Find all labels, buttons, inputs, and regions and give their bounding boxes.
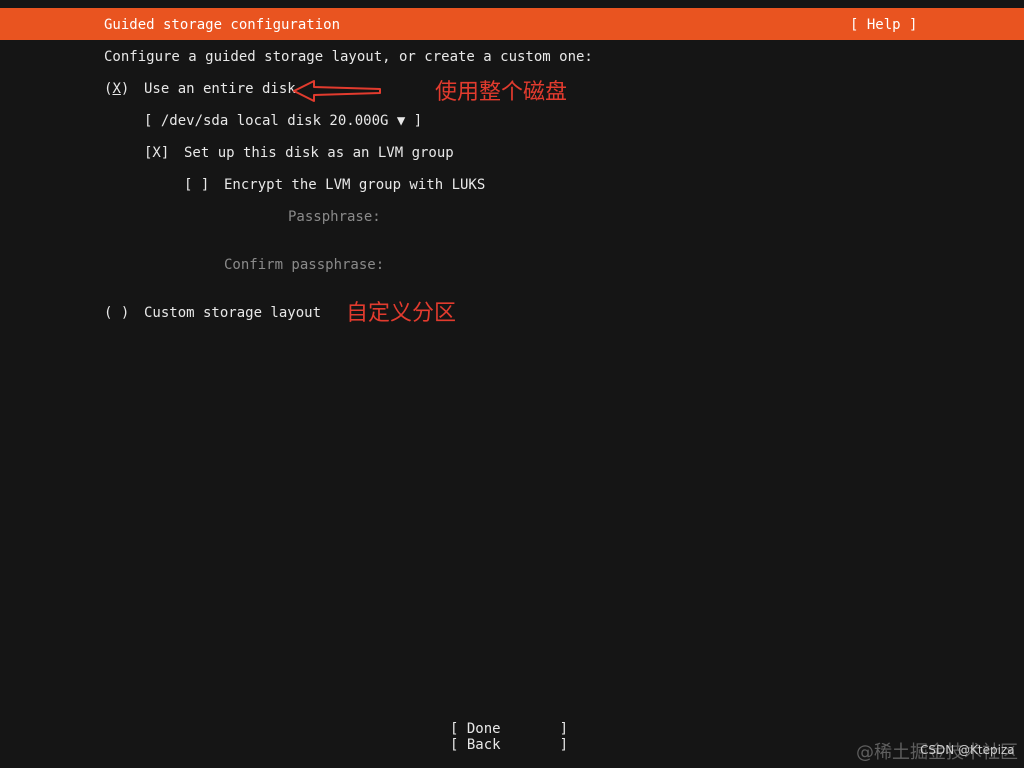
disk-select-value: /dev/sda local disk 20.000G [160,113,389,129]
radio-close: ) [120,81,130,97]
custom-layout-label[interactable]: Custom storage layout [144,305,321,321]
annotation-use-entire-disk: 使用整个磁盘 [435,80,568,105]
page-title: Guided storage configuration [104,17,341,33]
disk-select-close: ] [405,113,423,129]
annotation-arrow-icon [293,80,381,102]
encrypt-label[interactable]: Encrypt the LVM group with LUKS [224,177,485,193]
encrypt-checkbox[interactable]: [ ] [184,177,209,193]
back-button[interactable]: [ Back ] [450,737,568,753]
entire-disk-radio[interactable]: (X) [104,81,129,97]
passphrase-label: Passphrase: [288,209,381,225]
annotation-custom-partition: 自定义分区 [346,301,457,326]
intro-text: Configure a guided storage layout, or cr… [104,49,593,65]
lvm-checkbox[interactable]: [X] [144,145,169,161]
lvm-label[interactable]: Set up this disk as an LVM group [184,145,454,161]
done-button[interactable]: [ Done ] [450,721,568,737]
custom-layout-radio[interactable]: ( ) [104,305,129,321]
watermark-csdn: CSDN @Ktepiza [920,743,1015,757]
entire-disk-label[interactable]: Use an entire disk [144,81,296,97]
passphrase-field[interactable] [392,209,792,225]
radio-mark: X [112,81,121,97]
disk-select-open: [ [144,113,161,129]
help-button[interactable]: [ Help ] [850,17,917,33]
confirm-passphrase-label: Confirm passphrase: [224,257,385,273]
confirm-passphrase-field[interactable] [392,257,792,273]
disk-select[interactable]: [ /dev/sda local disk 20.000G ▼ ] [144,113,422,129]
